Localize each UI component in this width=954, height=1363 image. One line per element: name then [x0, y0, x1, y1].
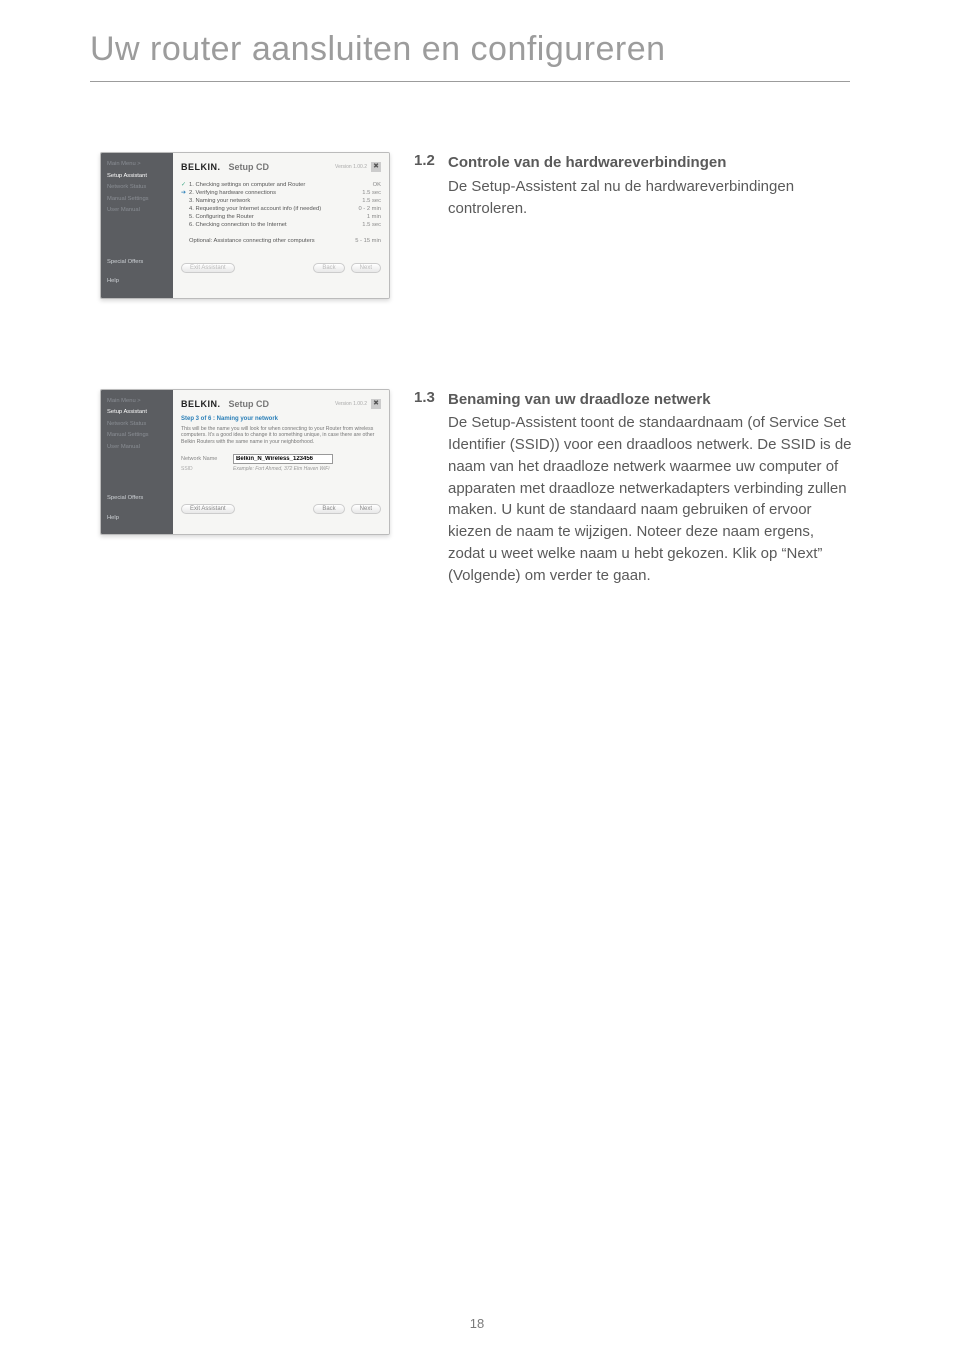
close-icon[interactable]: ✖: [371, 399, 381, 409]
step-duration: 1.5 sec: [362, 190, 381, 196]
ssid-sublabel: SSID: [181, 466, 227, 472]
step-label: 5. Configuring the Router: [189, 214, 367, 220]
step-row: ✓1. Checking settings on computer and Ro…: [181, 181, 381, 189]
step-label: Optional: Assistance connecting other co…: [189, 238, 355, 244]
section-heading: Benaming van uw draadloze netwerk: [448, 389, 854, 411]
section-1-3: 1.3 Benaming van uw draadloze netwerk De…: [390, 389, 854, 587]
sidebar-item-help[interactable]: Help: [107, 276, 167, 288]
sidebar-item-usermanual[interactable]: User Manual: [107, 442, 167, 454]
example-text: Example: Fort Ahmed, 372 Elm Haven WiFi: [233, 466, 329, 472]
back-button[interactable]: Back: [313, 504, 344, 514]
sidebar-item-status[interactable]: Network Status: [107, 419, 167, 431]
row-2: Main Menu > Setup Assistant Network Stat…: [100, 389, 854, 587]
window-title: Setup CD: [229, 399, 336, 409]
network-name-input[interactable]: [233, 454, 333, 464]
step-row: ➔2. Verifying hardware connections1.5 se…: [181, 189, 381, 197]
brand-logo: BELKIN.: [181, 399, 221, 409]
version-label: Version 1.00.2: [335, 164, 367, 170]
exit-button[interactable]: Exit Assistant: [181, 504, 235, 514]
section-number: 1.2: [414, 152, 448, 169]
check-icon: ✓: [181, 182, 189, 188]
button-row: Exit Assistant Back Next: [181, 504, 381, 514]
sidebar-item-main-menu[interactable]: Main Menu >: [107, 396, 167, 408]
section-heading: Controle van de hardwareverbindingen: [448, 152, 854, 174]
sidebar-item-status[interactable]: Network Status: [107, 182, 167, 194]
step-duration: 1 min: [367, 214, 381, 220]
exit-button[interactable]: Exit Assistant: [181, 263, 235, 273]
sidebar-item-special[interactable]: Special Offers: [107, 257, 167, 269]
row-1: Main Menu > Setup Assistant Network Stat…: [100, 152, 854, 299]
version-label: Version 1.00.2: [335, 401, 367, 407]
step-duration: 1.5 sec: [362, 222, 381, 228]
section-number: 1.3: [414, 389, 448, 406]
step-title: Step 3 of 6 : Naming your network: [181, 416, 381, 422]
section-1-2: 1.2 Controle van de hardwareverbindingen…: [390, 152, 854, 219]
sidebar: Main Menu > Setup Assistant Network Stat…: [101, 390, 173, 535]
step-label: 1. Checking settings on computer and Rou…: [189, 182, 373, 188]
brand-logo: BELKIN.: [181, 162, 221, 172]
sidebar-item-setup[interactable]: Setup Assistant: [107, 171, 167, 183]
arrow-right-icon: ➔: [181, 190, 189, 196]
step-row: 4. Requesting your Internet account info…: [181, 205, 381, 213]
sidebar-item-special[interactable]: Special Offers: [107, 493, 167, 505]
close-icon[interactable]: ✖: [371, 162, 381, 172]
network-name-label: Network Name: [181, 456, 227, 462]
step-duration: 5 - 15 min: [355, 238, 381, 244]
step-row: 5. Configuring the Router1 min: [181, 213, 381, 221]
section-body: De Setup-Assistent toont de standaardnaa…: [448, 412, 854, 586]
section-body: De Setup-Assistent zal nu de hardwarever…: [448, 176, 854, 220]
wizard-main: BELKIN. Setup CD Version 1.00.2 ✖ ✓1. Ch…: [173, 153, 389, 298]
next-button[interactable]: Next: [351, 504, 381, 514]
back-button[interactable]: Back: [313, 263, 344, 273]
step-duration: OK: [373, 182, 381, 188]
sidebar-item-main-menu[interactable]: Main Menu >: [107, 159, 167, 171]
step-label: 2. Verifying hardware connections: [189, 190, 362, 196]
sidebar-item-manual[interactable]: Manual Settings: [107, 430, 167, 442]
step-row: 6. Checking connection to the Internet1.…: [181, 221, 381, 229]
example-row: SSID Example: Fort Ahmed, 372 Elm Haven …: [181, 466, 381, 472]
next-button[interactable]: Next: [351, 263, 381, 273]
wizard-main: BELKIN. Setup CD Version 1.00.2 ✖ Step 3…: [173, 390, 389, 535]
step-label: 3. Naming your network: [189, 198, 362, 204]
step-duration: 0 - 2 min: [358, 206, 381, 212]
page-title: Uw router aansluiten en configureren: [0, 0, 954, 81]
screenshot-2: Main Menu > Setup Assistant Network Stat…: [100, 389, 390, 536]
sidebar-item-usermanual[interactable]: User Manual: [107, 205, 167, 217]
step-list: ✓1. Checking settings on computer and Ro…: [181, 181, 381, 245]
step-description: This will be the name you will look for …: [181, 426, 381, 446]
window-title: Setup CD: [229, 162, 336, 172]
button-row: Exit Assistant Back Next: [181, 263, 381, 273]
step-row: 3. Naming your network1.5 sec: [181, 197, 381, 205]
screenshot-1: Main Menu > Setup Assistant Network Stat…: [100, 152, 390, 299]
sidebar-item-manual[interactable]: Manual Settings: [107, 194, 167, 206]
step-label: 6. Checking connection to the Internet: [189, 222, 362, 228]
content-area: Main Menu > Setup Assistant Network Stat…: [0, 82, 954, 586]
sidebar-item-setup[interactable]: Setup Assistant: [107, 407, 167, 419]
sidebar: Main Menu > Setup Assistant Network Stat…: [101, 153, 173, 298]
step-label: 4. Requesting your Internet account info…: [189, 206, 358, 212]
sidebar-item-help[interactable]: Help: [107, 513, 167, 525]
network-name-row: Network Name: [181, 454, 381, 464]
page-number: 18: [0, 1316, 954, 1331]
step-duration: 1.5 sec: [362, 198, 381, 204]
step-row-optional: Optional: Assistance connecting other co…: [181, 237, 381, 245]
